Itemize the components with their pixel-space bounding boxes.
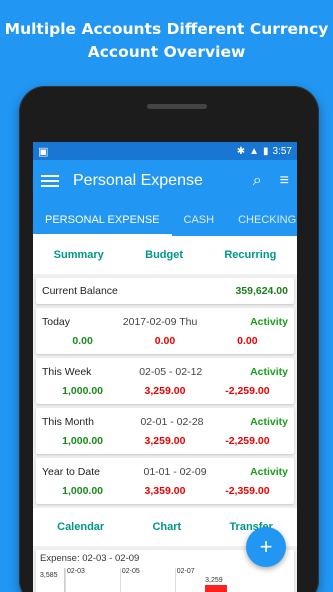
expense-value: 3,259.00 bbox=[144, 384, 186, 397]
chart-link[interactable]: Chart bbox=[152, 521, 181, 533]
period-range: 2017-02-09 Thu bbox=[122, 315, 198, 328]
recurring-link[interactable]: Recurring bbox=[224, 249, 276, 261]
app-title: Personal Expense bbox=[73, 172, 203, 189]
list-view-icon[interactable]: ≡ bbox=[280, 172, 289, 190]
activity-link[interactable]: Activity bbox=[250, 316, 288, 328]
net-value: -2,359.00 bbox=[225, 484, 270, 497]
bluetooth-icon: ✱ bbox=[236, 145, 246, 157]
status-time: 3:57 bbox=[272, 145, 292, 157]
summary-link[interactable]: Summary bbox=[54, 249, 104, 261]
budget-link[interactable]: Budget bbox=[145, 249, 183, 261]
expense-value: 0.00 bbox=[154, 334, 176, 347]
income-value: 1,000.00 bbox=[62, 384, 104, 397]
income-value: 1,000.00 bbox=[62, 434, 104, 447]
chart-plot-area: 02-03 02-05 02-07 3,259 bbox=[64, 568, 254, 592]
income-value: 0.00 bbox=[72, 334, 93, 347]
chart-bar bbox=[205, 584, 227, 592]
x-axis-tick: 02-05 bbox=[121, 568, 140, 575]
tab-cash[interactable]: CASH bbox=[172, 214, 227, 236]
bar-data-label: 3,259 bbox=[205, 576, 223, 584]
x-axis-tick: 02-07 bbox=[176, 568, 195, 575]
promo-line-2: Account Overview bbox=[87, 43, 246, 61]
hamburger-menu-icon[interactable] bbox=[41, 175, 59, 187]
activity-link[interactable]: Activity bbox=[250, 466, 288, 478]
status-icons: ✱ ▲ ▮ 3:57 bbox=[237, 146, 292, 157]
promo-line-1: Multiple Accounts Different Currency bbox=[4, 20, 329, 38]
android-icon: ▣ bbox=[38, 145, 49, 158]
signal-icon: ▲ bbox=[249, 145, 260, 157]
activity-link[interactable]: Activity bbox=[250, 416, 288, 428]
period-card-year-to-date[interactable]: Year to Date 01-01 - 02-09 Activity 1,00… bbox=[36, 458, 294, 504]
calendar-link[interactable]: Calendar bbox=[57, 521, 104, 533]
current-balance-card[interactable]: Current Balance 359,624.00 bbox=[36, 278, 294, 304]
period-card-this-week[interactable]: This Week 02-05 - 02-12 Activity 1,000.0… bbox=[36, 358, 294, 404]
chart-gridline bbox=[119, 568, 121, 592]
phone-speaker bbox=[147, 104, 207, 109]
income-value: 1,000.00 bbox=[62, 484, 104, 497]
expense-value: 3,359.00 bbox=[144, 484, 186, 497]
activity-link[interactable]: Activity bbox=[250, 366, 288, 378]
chart-gridline bbox=[65, 568, 66, 592]
balance-label: Current Balance bbox=[42, 285, 118, 297]
tab-checking[interactable]: CHECKING bbox=[226, 214, 297, 236]
balance-amount: 359,624.00 bbox=[235, 285, 288, 297]
period-label: Year to Date bbox=[42, 465, 100, 478]
period-card-this-month[interactable]: This Month 02-01 - 02-28 Activity 1,000.… bbox=[36, 408, 294, 454]
top-links: Summary Budget Recurring bbox=[33, 236, 297, 274]
status-bar: ▣ ✱ ▲ ▮ 3:57 bbox=[33, 142, 297, 160]
battery-icon: ▮ bbox=[263, 145, 269, 157]
phone-frame: ▣ ✱ ▲ ▮ 3:57 Personal Expense ⌕ ≡ PERSON… bbox=[19, 86, 319, 592]
promo-header: Multiple Accounts Different Currency Acc… bbox=[0, 18, 333, 64]
search-icon[interactable]: ⌕ bbox=[253, 172, 262, 190]
net-value: -2,259.00 bbox=[225, 434, 270, 447]
period-label: Today bbox=[42, 315, 71, 328]
period-range: 02-05 - 02-12 bbox=[139, 365, 203, 378]
add-transaction-button[interactable]: + bbox=[246, 527, 286, 567]
app-bar: Personal Expense ⌕ ≡ bbox=[33, 160, 297, 202]
period-range: 01-01 - 02-09 bbox=[143, 465, 207, 478]
period-card-today[interactable]: Today 2017-02-09 Thu Activity 0.00 0.00 … bbox=[36, 308, 294, 354]
x-axis-tick: 02-03 bbox=[67, 568, 85, 575]
chart-gridline bbox=[174, 568, 176, 592]
y-axis-tick: 3,585 bbox=[40, 572, 58, 579]
period-label: This Week bbox=[42, 365, 92, 378]
tab-personal-expense[interactable]: PERSONAL EXPENSE bbox=[33, 214, 172, 236]
period-label: This Month bbox=[42, 415, 94, 428]
app-screen: ▣ ✱ ▲ ▮ 3:57 Personal Expense ⌕ ≡ PERSON… bbox=[33, 142, 297, 592]
account-tabs: PERSONAL EXPENSE CASH CHECKING AL bbox=[33, 202, 297, 236]
expense-value: 3,259.00 bbox=[144, 434, 186, 447]
net-value: -2,259.00 bbox=[225, 384, 270, 397]
net-value: 0.00 bbox=[237, 334, 258, 347]
period-range: 02-01 - 02-28 bbox=[140, 415, 204, 428]
